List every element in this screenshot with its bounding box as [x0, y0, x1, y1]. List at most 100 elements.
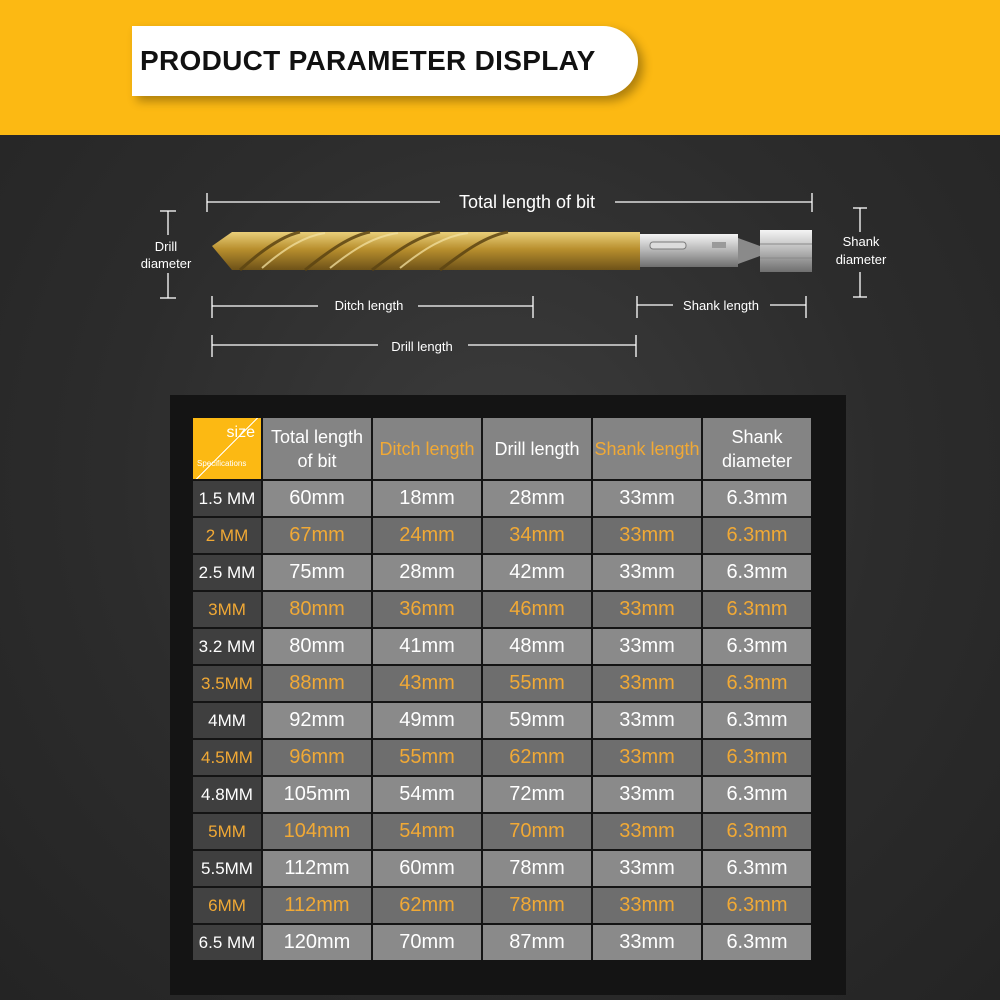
- value-cell: 28mm: [483, 481, 591, 516]
- value-cell: 33mm: [593, 888, 701, 923]
- value-cell: 75mm: [263, 555, 371, 590]
- value-cell: 48mm: [483, 629, 591, 664]
- value-cell: 55mm: [483, 666, 591, 701]
- table-row: 1.5 MM 60mm 18mm 28mm 33mm 6.3mm: [193, 481, 811, 516]
- value-cell: 6.3mm: [703, 777, 811, 812]
- value-cell: 55mm: [373, 740, 481, 775]
- size-cell: 3.5MM: [193, 666, 261, 701]
- table-body: 1.5 MM 60mm 18mm 28mm 33mm 6.3mm 2 MM 67mm 24mm 3…: [193, 481, 811, 960]
- value-cell: 18mm: [373, 481, 481, 516]
- value-cell: 54mm: [373, 777, 481, 812]
- size-cell: 2 MM: [193, 518, 261, 553]
- value-cell: 70mm: [483, 814, 591, 849]
- value-cell: 33mm: [593, 629, 701, 664]
- value-cell: 104mm: [263, 814, 371, 849]
- table-row: 2 MM 67mm 24mm 34mm 33mm 6.3mm: [193, 518, 811, 553]
- value-cell: 62mm: [483, 740, 591, 775]
- size-cell: 1.5 MM: [193, 481, 261, 516]
- value-cell: 6.3mm: [703, 740, 811, 775]
- corner-size-label: size: [226, 424, 255, 441]
- value-cell: 62mm: [373, 888, 481, 923]
- drill-diameter-dimension: [160, 210, 176, 299]
- value-cell: 72mm: [483, 777, 591, 812]
- shank-diameter-label-line1: Shank: [843, 234, 880, 249]
- value-cell: 6.3mm: [703, 703, 811, 738]
- value-cell: 120mm: [263, 925, 371, 960]
- value-cell: 33mm: [593, 666, 701, 701]
- value-cell: 6.3mm: [703, 888, 811, 923]
- table-row: 5MM 104mm 54mm 70mm 33mm 6.3mm: [193, 814, 811, 849]
- shank-diameter-label-line2: diameter: [836, 252, 887, 267]
- value-cell: 46mm: [483, 592, 591, 627]
- table-row: 6.5 MM 120mm 70mm 87mm 33mm 6.3mm: [193, 925, 811, 960]
- value-cell: 60mm: [373, 851, 481, 886]
- table-row: 5.5MM 112mm 60mm 78mm 33mm 6.3mm: [193, 851, 811, 886]
- value-cell: 54mm: [373, 814, 481, 849]
- value-cell: 80mm: [263, 629, 371, 664]
- value-cell: 67mm: [263, 518, 371, 553]
- size-cell: 4.8MM: [193, 777, 261, 812]
- header-total-length: Total length of bit: [263, 418, 371, 479]
- value-cell: 34mm: [483, 518, 591, 553]
- value-cell: 105mm: [263, 777, 371, 812]
- table-header-row: size Specifications Total length of bit …: [193, 418, 811, 479]
- value-cell: 6.3mm: [703, 851, 811, 886]
- table-row: 3.2 MM 80mm 41mm 48mm 33mm 6.3mm: [193, 629, 811, 664]
- value-cell: 6.3mm: [703, 518, 811, 553]
- table-row: 6MM 112mm 62mm 78mm 33mm 6.3mm: [193, 888, 811, 923]
- header-shank-length: Shank length: [593, 418, 701, 479]
- parameter-table: size Specifications Total length of bit …: [191, 416, 813, 962]
- size-cell: 5.5MM: [193, 851, 261, 886]
- header-shank-diameter: Shank diameter: [703, 418, 811, 479]
- value-cell: 41mm: [373, 629, 481, 664]
- value-cell: 6.3mm: [703, 481, 811, 516]
- value-cell: 33mm: [593, 481, 701, 516]
- value-cell: 112mm: [263, 888, 371, 923]
- size-cell: 4.5MM: [193, 740, 261, 775]
- value-cell: 33mm: [593, 740, 701, 775]
- header-drill-length: Drill length: [483, 418, 591, 479]
- drill-diameter-label-line1: Drill: [155, 239, 177, 254]
- value-cell: 33mm: [593, 777, 701, 812]
- table-row: 4.5MM 96mm 55mm 62mm 33mm 6.3mm: [193, 740, 811, 775]
- size-cell: 4MM: [193, 703, 261, 738]
- value-cell: 36mm: [373, 592, 481, 627]
- value-cell: 92mm: [263, 703, 371, 738]
- drill-bit-illustration: [212, 230, 812, 272]
- table-row: 4MM 92mm 49mm 59mm 33mm 6.3mm: [193, 703, 811, 738]
- value-cell: 87mm: [483, 925, 591, 960]
- value-cell: 6.3mm: [703, 592, 811, 627]
- drill-length-label: Drill length: [391, 339, 452, 354]
- value-cell: 96mm: [263, 740, 371, 775]
- value-cell: 78mm: [483, 851, 591, 886]
- size-cell: 5MM: [193, 814, 261, 849]
- value-cell: 24mm: [373, 518, 481, 553]
- table-row: 3MM 80mm 36mm 46mm 33mm 6.3mm: [193, 592, 811, 627]
- value-cell: 42mm: [483, 555, 591, 590]
- value-cell: 6.3mm: [703, 555, 811, 590]
- corner-spec-label: Specifications: [197, 459, 247, 468]
- size-cell: 6.5 MM: [193, 925, 261, 960]
- value-cell: 80mm: [263, 592, 371, 627]
- value-cell: 60mm: [263, 481, 371, 516]
- ditch-length-label: Ditch length: [335, 298, 404, 313]
- table-row: 3.5MM 88mm 43mm 55mm 33mm 6.3mm: [193, 666, 811, 701]
- size-cell: 6MM: [193, 888, 261, 923]
- value-cell: 78mm: [483, 888, 591, 923]
- value-cell: 6.3mm: [703, 629, 811, 664]
- value-cell: 33mm: [593, 851, 701, 886]
- value-cell: 43mm: [373, 666, 481, 701]
- value-cell: 6.3mm: [703, 666, 811, 701]
- value-cell: 33mm: [593, 592, 701, 627]
- shank-length-label: Shank length: [683, 298, 759, 313]
- value-cell: 33mm: [593, 703, 701, 738]
- table-row: 2.5 MM 75mm 28mm 42mm 33mm 6.3mm: [193, 555, 811, 590]
- value-cell: 6.3mm: [703, 814, 811, 849]
- value-cell: 33mm: [593, 555, 701, 590]
- value-cell: 33mm: [593, 518, 701, 553]
- size-cell: 2.5 MM: [193, 555, 261, 590]
- value-cell: 33mm: [593, 925, 701, 960]
- value-cell: 70mm: [373, 925, 481, 960]
- total-length-label: Total length of bit: [459, 192, 595, 212]
- value-cell: 28mm: [373, 555, 481, 590]
